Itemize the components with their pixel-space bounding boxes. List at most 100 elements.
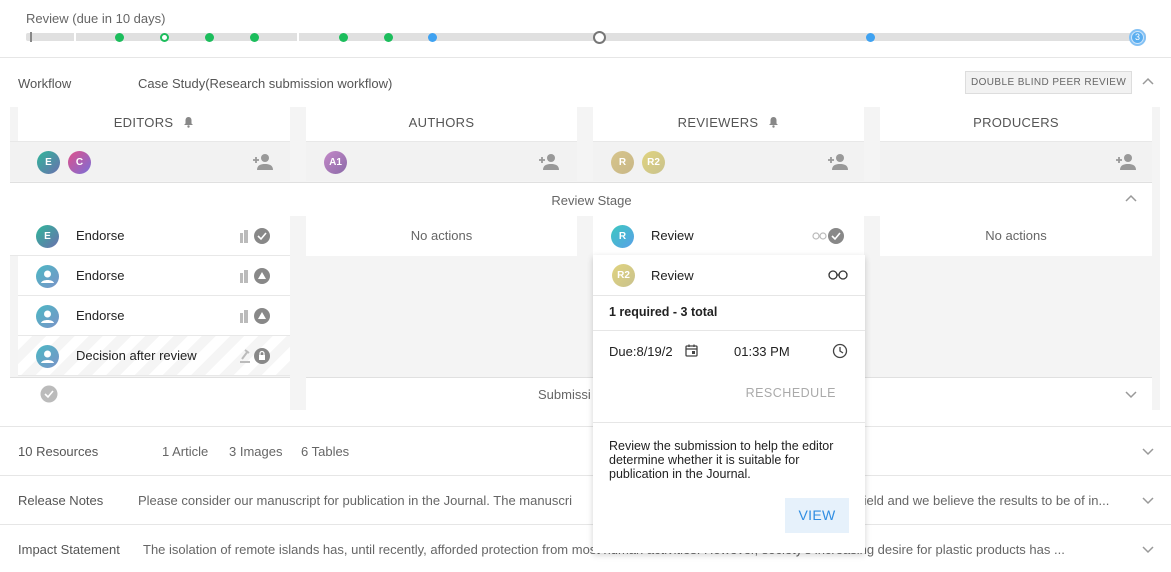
no-actions-text: No actions: [985, 228, 1047, 243]
timeline-track[interactable]: [26, 32, 1146, 42]
divider: [593, 330, 865, 331]
avatar[interactable]: E: [37, 151, 60, 174]
editor-completed-row: [10, 377, 290, 410]
workflow-name: Case Study(Research submission workflow): [138, 76, 393, 91]
stage-title: Review Stage: [551, 193, 632, 208]
bell-icon[interactable]: [768, 116, 779, 128]
chevron-down-icon[interactable]: [1124, 387, 1138, 401]
list-item[interactable]: Endorse: [18, 296, 290, 336]
avatar[interactable]: R: [611, 151, 634, 174]
clock-icon[interactable]: [832, 343, 848, 359]
timeline-step-dot[interactable]: [866, 33, 875, 42]
action-label: Endorse: [76, 228, 125, 243]
avatar: R2: [612, 264, 635, 287]
add-user-icon[interactable]: [252, 152, 274, 172]
timeline-step-dot[interactable]: [115, 33, 124, 42]
resource-count-images[interactable]: 3 Images: [229, 444, 282, 459]
timeline-current-step[interactable]: 3: [1129, 29, 1146, 46]
user-icon: [41, 310, 54, 323]
release-notes-text: Please consider our manuscript for publi…: [138, 493, 573, 508]
resource-count-article[interactable]: 1 Article: [162, 444, 208, 459]
section-label: Release Notes: [18, 493, 104, 508]
add-user-icon[interactable]: [538, 152, 560, 172]
workflow-board: EDITORS AUTHORS REVIEWERS PRODUCERS E C …: [10, 107, 1160, 410]
avatar[interactable]: A1: [324, 151, 347, 174]
column-title: EDITORS: [113, 115, 174, 130]
resource-count-tables[interactable]: 6 Tables: [301, 444, 349, 459]
action-label: Endorse: [76, 308, 125, 323]
review-task-label: Review: [651, 268, 694, 283]
due-time-field[interactable]: 01:33 PM: [734, 344, 790, 359]
list-item[interactable]: R Review: [593, 216, 864, 256]
release-notes-text-tail: field and we believe the results to be o…: [860, 493, 1110, 508]
action-label: Endorse: [76, 268, 125, 283]
review-task-popover: R2 Review 1 required - 3 total Due:8/19/…: [593, 255, 865, 553]
timeline-separator: [297, 33, 299, 41]
timeline-step-dot[interactable]: [250, 33, 259, 42]
due-date-field[interactable]: Due:8/19/2: [609, 344, 673, 359]
timeline-separator: [74, 33, 76, 41]
calendar-icon[interactable]: [685, 344, 698, 357]
stage-title: Submissi: [538, 387, 591, 402]
authors-avatar-row: A1: [306, 141, 577, 181]
timeline-step-dot[interactable]: [160, 33, 169, 42]
avatar: [36, 305, 59, 328]
check-circle-icon: [40, 385, 58, 403]
add-user-icon[interactable]: [827, 152, 849, 172]
required-count: 1 required - 3 total: [609, 305, 718, 319]
divider: [593, 422, 865, 423]
current-step-number: 3: [1132, 32, 1143, 43]
timeline-step-dot[interactable]: [428, 33, 437, 42]
endorse-pending-icon: [240, 308, 270, 324]
chevron-up-icon[interactable]: [1141, 75, 1155, 89]
column-header-reviewers: REVIEWERS: [593, 107, 864, 141]
resources-section[interactable]: 10 Resources 1 Article 3 Images 6 Tables: [0, 426, 1171, 475]
timeline-step-dot[interactable]: [339, 33, 348, 42]
avatar: [36, 265, 59, 288]
endorse-pending-icon: [240, 268, 270, 284]
chevron-down-icon[interactable]: [1141, 542, 1155, 556]
divider: [593, 295, 865, 296]
chevron-down-icon[interactable]: [1141, 493, 1155, 507]
chevron-up-icon[interactable]: [1124, 192, 1138, 206]
avatar: [36, 345, 59, 368]
authors-actions-cell: No actions: [306, 216, 577, 256]
reviewers-avatar-row: R R2: [593, 141, 864, 181]
user-icon: [41, 270, 54, 283]
section-label: 10 Resources: [18, 444, 99, 459]
review-done-icon: [812, 228, 844, 244]
avatar[interactable]: C: [68, 151, 91, 174]
timeline-step-dot[interactable]: [593, 31, 606, 44]
progress-timeline: Review (due in 10 days) 3: [0, 0, 1171, 58]
editors-avatar-row: E C: [10, 141, 290, 181]
reschedule-button[interactable]: RESCHEDULE: [593, 386, 865, 400]
avatar: R: [611, 225, 634, 248]
gavel-lock-icon: [240, 348, 270, 364]
endorse-done-icon: [240, 228, 270, 244]
timeline-label: Review (due in 10 days): [26, 11, 166, 26]
glasses-icon: [828, 270, 848, 280]
producers-actions-cell: No actions: [880, 216, 1152, 256]
section-label: Impact Statement: [18, 542, 120, 557]
review-type-badge: DOUBLE BLIND PEER REVIEW: [965, 71, 1133, 94]
avatar: E: [36, 225, 59, 248]
task-description: Review the submission to help the editor…: [609, 439, 834, 481]
list-item[interactable]: E Endorse: [10, 216, 290, 256]
column-header-authors: AUTHORS: [306, 107, 577, 141]
list-item[interactable]: Endorse: [18, 256, 290, 296]
timeline-step-dot[interactable]: [384, 33, 393, 42]
impact-statement-section[interactable]: Impact Statement The isolation of remote…: [0, 524, 1171, 572]
column-header-producers: PRODUCERS: [880, 107, 1152, 141]
action-label: Decision after review: [76, 348, 197, 363]
timeline-step-dot[interactable]: [205, 33, 214, 42]
bell-icon[interactable]: [183, 116, 194, 128]
view-button[interactable]: VIEW: [785, 498, 849, 533]
release-notes-section[interactable]: Release Notes Please consider our manusc…: [0, 475, 1171, 524]
review-stage-header[interactable]: Review Stage: [10, 182, 1152, 216]
chevron-down-icon[interactable]: [1141, 444, 1155, 458]
add-user-icon[interactable]: [1115, 152, 1137, 172]
column-title: REVIEWERS: [677, 115, 759, 130]
avatar[interactable]: R2: [642, 151, 665, 174]
list-item[interactable]: Decision after review: [18, 336, 290, 376]
column-title: AUTHORS: [408, 115, 475, 130]
